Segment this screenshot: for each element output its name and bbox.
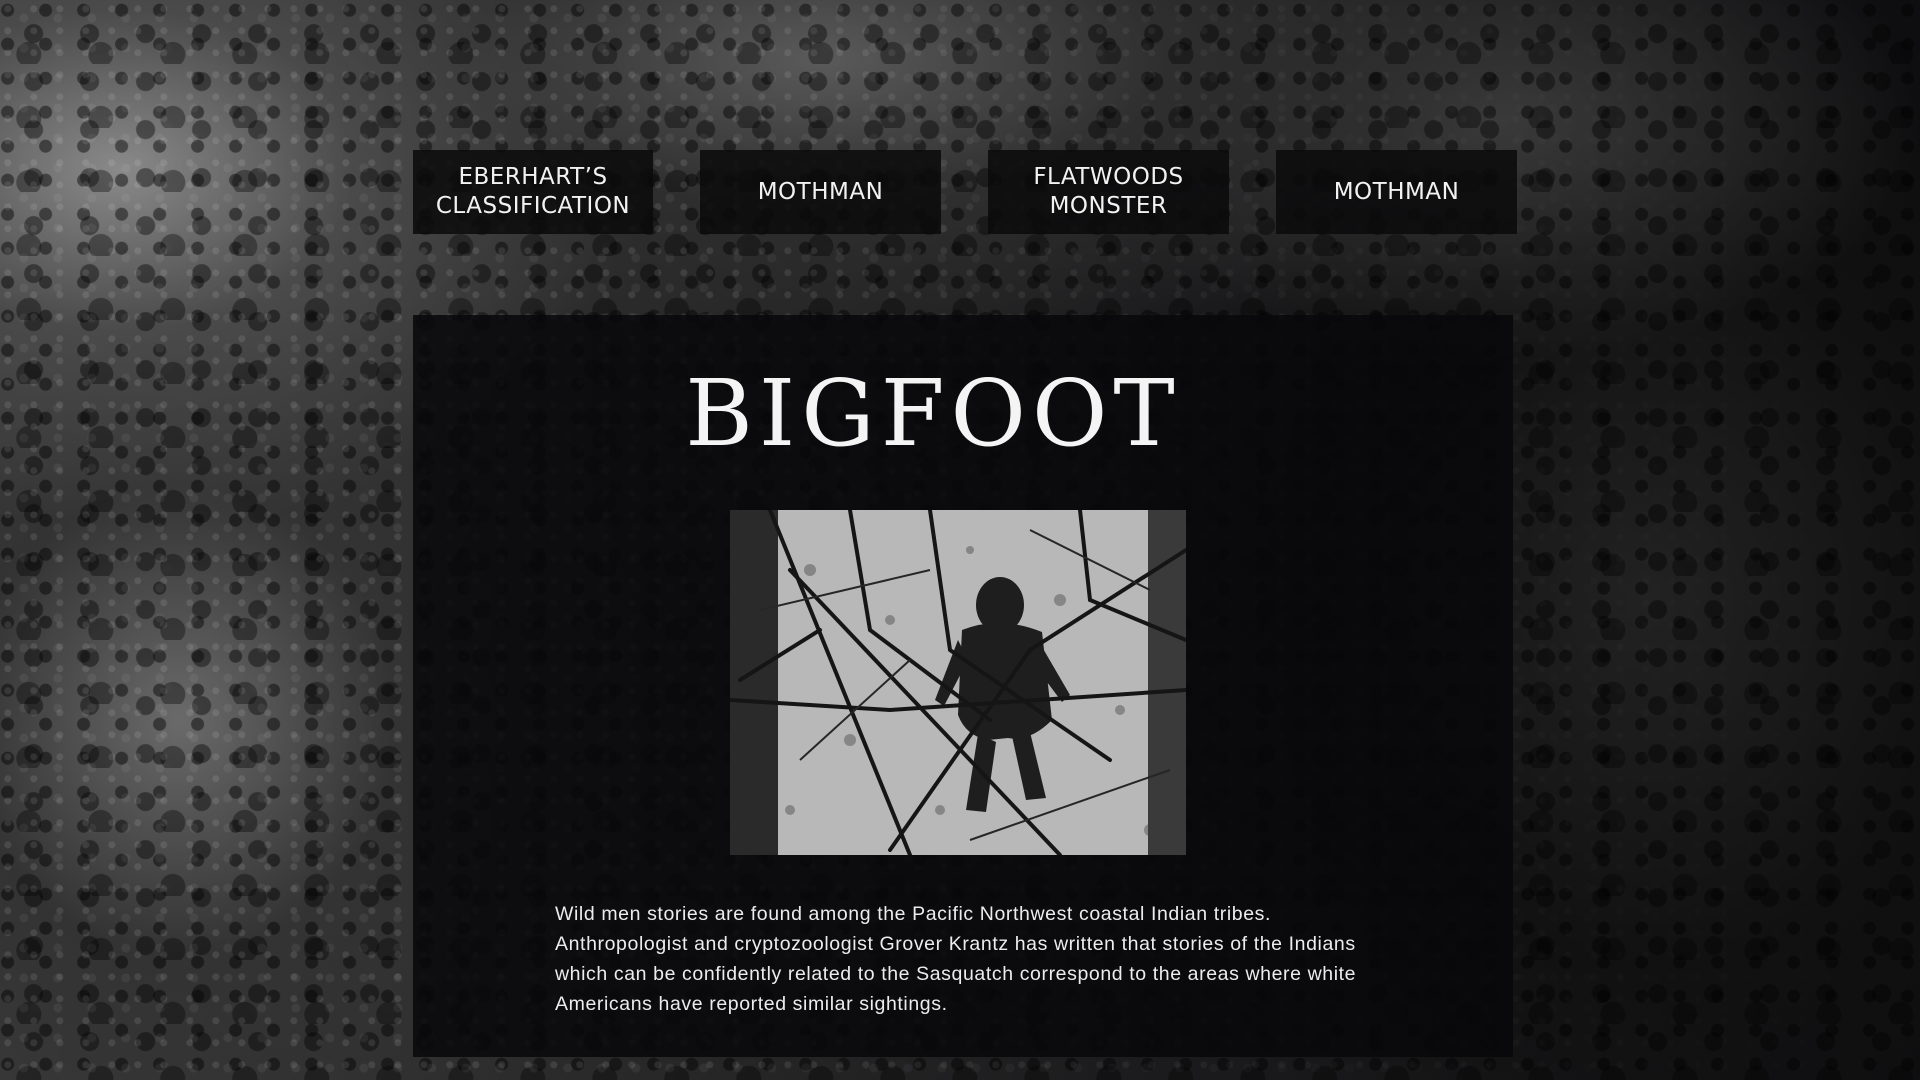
top-navigation: EBERHART’S CLASSIFICATION MOTHMAN FLATWO… (413, 150, 1517, 234)
bigfoot-photo (730, 510, 1186, 855)
nav-item-mothman-2[interactable]: MOTHMAN (1276, 150, 1517, 234)
article-title: BIGFOOT (685, 360, 1181, 467)
article-description: Wild men stories are found among the Pac… (555, 903, 1357, 1015)
article-card: BIGFOOT Wild men stories are found among… (413, 315, 1513, 1057)
nav-item-eberharts-classification[interactable]: EBERHART’S CLASSIFICATION (413, 150, 653, 234)
page-background: EBERHART’S CLASSIFICATION MOTHMAN FLATWO… (0, 0, 1920, 1080)
nav-item-mothman[interactable]: MOTHMAN (700, 150, 941, 234)
nav-item-flatwoods-monster[interactable]: FLATWOODS MONSTER (988, 150, 1229, 234)
